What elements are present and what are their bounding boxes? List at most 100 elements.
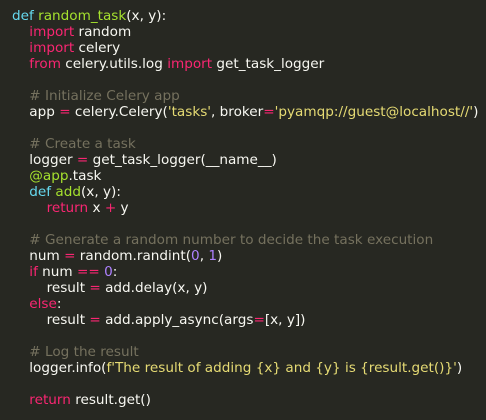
code-line: # Log the result	[12, 344, 486, 360]
code-line: ​	[12, 72, 486, 88]
code-text: num	[12, 248, 65, 264]
code-line: logger.info(f'The result of adding {x} a…	[12, 360, 486, 376]
string-literal: 'pyamqp://guest@localhost//'	[274, 104, 474, 120]
code-line: def random_task(x, y):	[12, 8, 486, 24]
code-text: result	[12, 312, 90, 328]
code-line: @app.task	[12, 168, 486, 184]
code-text: get_task_logger	[212, 56, 325, 72]
code-text: .task	[68, 168, 102, 184]
function-name: random_task	[38, 8, 127, 24]
code-line: # Create a task	[12, 136, 486, 152]
code-editor[interactable]: def random_task(x, y): import random imp…	[0, 0, 486, 420]
code-text: )	[456, 360, 463, 376]
code-text: (x, y):	[126, 8, 167, 24]
code-line: # Initialize Celery app	[12, 88, 486, 104]
code-text: [x, y])	[264, 312, 306, 328]
code-text: logger	[12, 152, 77, 168]
code-line: import celery	[12, 40, 486, 56]
operator: =	[89, 312, 101, 328]
code-text: :	[112, 264, 118, 280]
comment: # Initialize Celery app	[29, 88, 180, 104]
code-text: )	[217, 248, 223, 264]
code-line: ​	[12, 328, 486, 344]
code-line: def add(x, y):	[12, 184, 486, 200]
code-text: num	[37, 264, 77, 280]
operator: +	[104, 200, 117, 216]
code-text: random.randint(	[75, 248, 192, 264]
def-keyword: def	[29, 184, 52, 200]
code-text: logger.info(	[12, 360, 107, 376]
function-name: add	[55, 184, 81, 200]
keyword: import	[29, 24, 75, 40]
code-line: if num == 0:	[12, 264, 486, 280]
code-text: celery	[74, 40, 121, 56]
operator: =	[89, 280, 101, 296]
code-text: y	[116, 200, 129, 216]
number-literal: 0	[104, 264, 113, 280]
code-line: ​	[12, 376, 486, 392]
string-literal: 'tasks'	[167, 104, 212, 120]
code-line: logger = get_task_logger(__name__)	[12, 152, 486, 168]
string-literal: f'The result of adding {x} and {y} is {r…	[106, 360, 457, 376]
code-text: celery.Celery(	[70, 104, 168, 120]
def-keyword: def	[12, 8, 34, 24]
code-text: x	[88, 200, 105, 216]
operator: ==	[76, 264, 100, 280]
comment: # Log the result	[29, 344, 139, 360]
operator: =	[253, 312, 265, 328]
code-text: (x, y):	[81, 184, 121, 200]
code-line: ​	[12, 120, 486, 136]
code-line: # Generate a random number to decide the…	[12, 232, 486, 248]
number-literal: 1	[208, 248, 218, 264]
code-line: return result.get()	[12, 392, 486, 408]
code-line: from celery.utils.log import get_task_lo…	[12, 56, 486, 72]
operator: =	[263, 104, 275, 120]
operator: =	[64, 248, 76, 264]
decorator: @app	[29, 168, 69, 184]
code-line: ​	[12, 216, 486, 232]
keyword: if	[29, 264, 38, 280]
code-text: result	[12, 280, 90, 296]
code-line: result = add.apply_async(args=[x, y])	[12, 312, 486, 328]
code-text: add.delay(x, y)	[100, 280, 208, 296]
code-text: , broker	[211, 104, 264, 120]
code-text: result.get()	[70, 392, 151, 408]
code-line: else:	[12, 296, 486, 312]
comment: # Generate a random number to decide the…	[29, 232, 434, 248]
comment: # Create a task	[29, 136, 136, 152]
keyword: return	[29, 392, 71, 408]
code-text: random	[74, 24, 132, 40]
code-line: result = add.delay(x, y)	[12, 280, 486, 296]
code-text: :	[56, 296, 62, 312]
code-text: celery.utils.log	[60, 56, 168, 72]
operator: =	[59, 104, 71, 120]
code-line: return x + y	[12, 200, 486, 216]
operator: =	[76, 152, 89, 168]
keyword: import	[29, 40, 75, 56]
number-literal: 0	[191, 248, 200, 264]
keyword: from	[29, 56, 61, 72]
code-line: import random	[12, 24, 486, 40]
code-text: get_task_logger(__name__)	[88, 152, 277, 168]
keyword: import	[167, 56, 213, 72]
keyword: else	[29, 296, 57, 312]
code-line: num = random.randint(0, 1)	[12, 248, 486, 264]
code-line: app = celery.Celery('tasks', broker='pya…	[12, 104, 486, 120]
code-text: app	[12, 104, 60, 120]
code-text: add.apply_async(args	[100, 312, 254, 328]
keyword: return	[46, 200, 89, 216]
code-text: )	[473, 104, 479, 120]
